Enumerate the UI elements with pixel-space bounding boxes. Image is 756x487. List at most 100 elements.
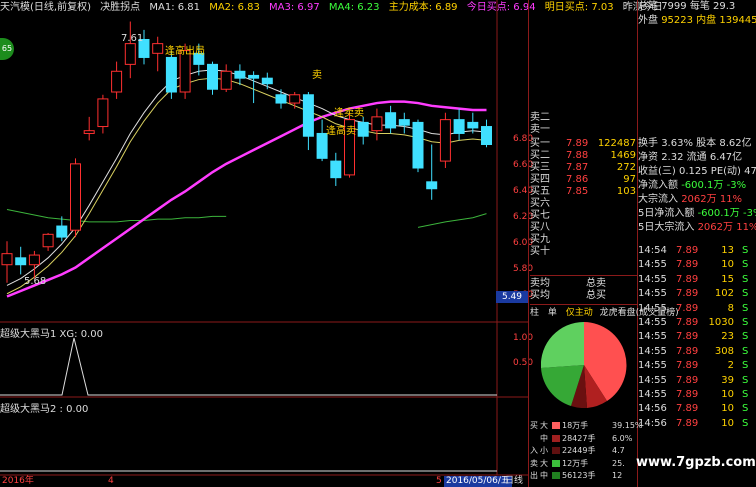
- sell-signal-3: 逢高卖: [326, 126, 356, 137]
- today-buy-point: 今日买点: 6.94: [466, 2, 536, 13]
- candle-body: [234, 70, 246, 79]
- ob-label: 买九: [530, 234, 550, 245]
- ask-row[interactable]: 卖二: [530, 112, 638, 124]
- tick-row[interactable]: 14:55 7.89 102 S: [638, 288, 756, 300]
- ob-label: 买三: [530, 162, 550, 173]
- ob-label: 卖一: [530, 124, 550, 135]
- divider-1: [528, 0, 529, 487]
- ob-summary: 买均 总买: [530, 290, 606, 301]
- watermark: www.7gpzb.com: [636, 455, 756, 470]
- stat-row: 大宗流入 2062万 11%: [638, 194, 743, 205]
- tab-active-only[interactable]: 仅主动: [566, 308, 593, 318]
- candle-body: [398, 119, 410, 126]
- date-label: 2016/05/06/五: [444, 476, 512, 487]
- tick-row[interactable]: 14:55 7.89 23 S: [638, 331, 756, 343]
- tick-row[interactable]: 14:55 7.89 39 S: [638, 375, 756, 387]
- tick-row[interactable]: 14:55 7.89 1030 S: [638, 317, 756, 329]
- ob-volume: 1469: [610, 150, 636, 161]
- candle-body: [28, 254, 40, 266]
- dist-row: 中 28427手 6.0%: [540, 433, 633, 443]
- ob-divider-2: [530, 304, 638, 305]
- tick-row[interactable]: 14:54 7.89 13 S: [638, 245, 756, 257]
- sell-signal-1: 卖: [312, 70, 322, 81]
- bid-row[interactable]: 买二 7.88 1469: [530, 150, 638, 162]
- tick-row[interactable]: 14:55 7.89 308 S: [638, 346, 756, 358]
- sub2-title: 超级大黑马2 : 0.00: [0, 404, 89, 415]
- candle-body: [220, 70, 232, 90]
- stat-row: 换手 3.63% 股本 8.62亿: [638, 138, 752, 149]
- candle-body: [275, 94, 287, 104]
- dist-row: 买大 18万手 39.15%: [530, 421, 643, 430]
- stat-row: 净流入额 -600.1万 -3%: [638, 180, 747, 191]
- candle-body: [357, 121, 369, 137]
- candle-body: [426, 181, 438, 190]
- ob-price: 7.86: [566, 174, 589, 185]
- tab-dragon-tiger[interactable]: 龙虎看盘(成交量榜): [600, 308, 679, 318]
- candle-body: [15, 257, 27, 266]
- tick-row[interactable]: 14:55 7.89 15 S: [638, 274, 756, 286]
- dist-row: 出中 56123手 12: [530, 471, 623, 480]
- sub1-title: 超级大黑马1 XG: 0.00: [0, 329, 103, 340]
- tomorrow-buy-point: 明日买点: 7.03: [544, 2, 614, 13]
- candle-body: [97, 98, 109, 128]
- ob-divider: [530, 275, 638, 276]
- candle-body: [481, 126, 492, 146]
- ask-row[interactable]: 卖一: [530, 124, 638, 136]
- candle-body: [261, 77, 273, 85]
- low-label: 5.68: [24, 276, 47, 287]
- tick-row[interactable]: 14:56 7.89 10 S: [638, 403, 756, 415]
- ob-label: 买一: [530, 138, 550, 149]
- stock-name[interactable]: 天汽模(日线,前复权): [0, 2, 91, 13]
- ob-label: 买六: [530, 198, 550, 209]
- sub1-axis-1: 1.00: [513, 333, 534, 343]
- ob-volume: 122487: [597, 138, 636, 149]
- candle-body: [70, 163, 81, 231]
- current-price-tag: 5.49: [496, 291, 528, 303]
- candle-body: [289, 94, 301, 104]
- tab-bar[interactable]: 柱: [530, 308, 539, 318]
- candle-body: [111, 70, 123, 93]
- bid-row[interactable]: 买三 7.87 272: [530, 162, 638, 174]
- bid-row[interactable]: 买九: [530, 234, 638, 246]
- stat-row: 收益(三) 0.125 PE(动) 47.4: [638, 166, 756, 177]
- tick-row[interactable]: 14:56 7.89 10 S: [638, 418, 756, 430]
- candle-body: [316, 132, 328, 159]
- bid-row[interactable]: 买五 7.85 103: [530, 186, 638, 198]
- ma1-value: MA1: 6.81: [149, 2, 201, 13]
- candle-body: [439, 119, 451, 162]
- tick-row[interactable]: 14:55 7.89 10 S: [638, 259, 756, 271]
- pie-mid-sell: [541, 322, 584, 368]
- ob-volume: 272: [616, 162, 636, 173]
- candle-body: [412, 121, 424, 169]
- candle-body: [1, 253, 13, 266]
- bid-row[interactable]: 买四 7.86 97: [530, 174, 638, 186]
- month-label-4: 4: [108, 476, 114, 486]
- stat-row: 净资 2.32 流通 6.47亿: [638, 152, 743, 163]
- ob-volume: 103: [616, 186, 636, 197]
- candle-body: [467, 121, 479, 129]
- peak-label: 7.61: [121, 33, 144, 44]
- time-axis: 2016年 4 5 2016/05/06/五 日线: [0, 476, 528, 487]
- year-label: 2016年: [2, 476, 34, 486]
- bid-row[interactable]: 买六: [530, 198, 638, 210]
- ma4-value: MA4: 6.23: [328, 2, 380, 13]
- candle-body: [124, 43, 136, 65]
- ob-label: 买八: [530, 222, 550, 233]
- tick-row[interactable]: 14:55 7.89 2 S: [638, 360, 756, 372]
- candle-body: [42, 233, 54, 248]
- tab-single[interactable]: 单: [548, 308, 557, 318]
- ob-label: 买七: [530, 210, 550, 221]
- ma2-value: MA2: 6.83: [209, 2, 260, 13]
- ob-label: 卖二: [530, 112, 550, 123]
- bid-row[interactable]: 买一 7.89 122487: [530, 138, 638, 150]
- bid-row[interactable]: 买十: [530, 246, 638, 258]
- sell-signal-exit: 逢高出局: [165, 46, 205, 57]
- price-axis-label: 5.80: [513, 264, 534, 274]
- tick-row[interactable]: 14:55 7.89 10 S: [638, 389, 756, 401]
- stat-row: 外盘 95223 内盘 139445: [638, 15, 756, 26]
- indicator-name[interactable]: 决胜拐点: [100, 2, 140, 13]
- ob-price: 7.85: [566, 186, 589, 197]
- bid-row[interactable]: 买七: [530, 210, 638, 222]
- period-label[interactable]: 日线: [505, 476, 523, 487]
- bid-row[interactable]: 买八: [530, 222, 638, 234]
